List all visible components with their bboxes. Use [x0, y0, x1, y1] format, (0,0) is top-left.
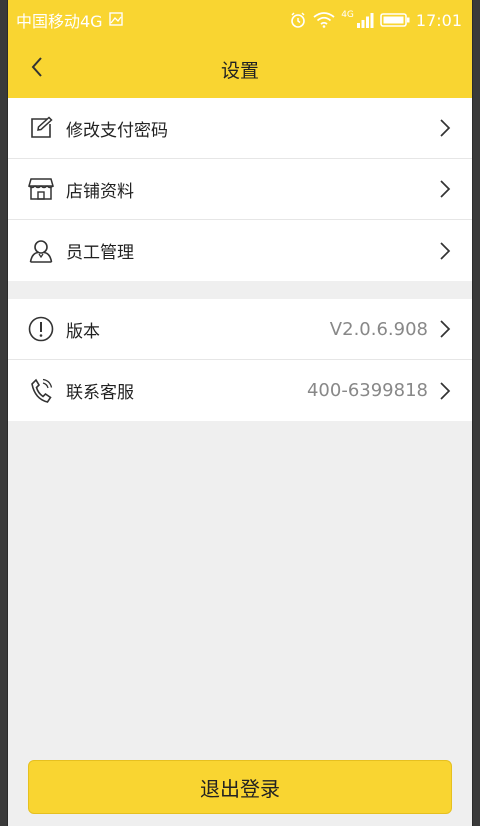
- logout-button[interactable]: 退出登录: [28, 760, 452, 814]
- navigation-bar: 设置: [8, 40, 472, 98]
- carrier-label: 中国移动4G: [16, 12, 103, 31]
- edit-icon: [28, 115, 54, 141]
- chevron-left-icon: [30, 56, 44, 82]
- info-icon: [28, 316, 54, 342]
- user-icon: [28, 238, 54, 264]
- page-title: 设置: [220, 59, 259, 82]
- image-notification-icon: [108, 11, 123, 30]
- staff-management-item[interactable]: 员工管理: [8, 220, 472, 281]
- chevron-right-icon: [438, 241, 452, 261]
- customer-service-label: 联系客服: [66, 383, 134, 403]
- signal-icon: [356, 12, 374, 28]
- store-info-item[interactable]: 店铺资料: [8, 159, 472, 220]
- store-info-label: 店铺资料: [66, 181, 134, 202]
- chevron-right-icon: [438, 179, 452, 199]
- settings-group-account: 修改支付密码 店铺资料 员工管理: [8, 98, 472, 281]
- phone-screen: 中国移动4G 4G 17:01 设置 修改支付密码 店铺资料 员工管理 版本 V…: [8, 0, 472, 826]
- change-payment-password-label: 修改支付密码: [66, 120, 168, 141]
- version-value: V2.0.6.908: [329, 318, 428, 340]
- alarm-icon: [289, 11, 307, 29]
- status-right: 4G 17:01: [289, 10, 462, 30]
- back-button[interactable]: [20, 52, 54, 86]
- version-item[interactable]: 版本 V2.0.6.908: [8, 299, 472, 360]
- chevron-right-icon: [438, 118, 452, 138]
- chevron-right-icon: [438, 381, 452, 401]
- staff-management-label: 员工管理: [66, 243, 134, 263]
- network-type-label: 4G: [341, 10, 354, 20]
- status-bar: 中国移动4G 4G 17:01: [8, 0, 472, 40]
- phone-icon: [28, 378, 54, 404]
- battery-icon: [380, 12, 410, 28]
- clock-label: 17:01: [415, 10, 462, 30]
- customer-service-phone: 400-6399818: [306, 380, 428, 401]
- version-label: 版本: [66, 321, 100, 342]
- settings-group-about: 版本 V2.0.6.908 联系客服 400-6399818: [8, 299, 472, 421]
- customer-service-item[interactable]: 联系客服 400-6399818: [8, 360, 472, 421]
- wifi-icon: [313, 12, 335, 28]
- store-icon: [28, 176, 54, 202]
- chevron-right-icon: [438, 319, 452, 339]
- change-payment-password-item[interactable]: 修改支付密码: [8, 98, 472, 159]
- status-left: 中国移动4G: [16, 8, 123, 32]
